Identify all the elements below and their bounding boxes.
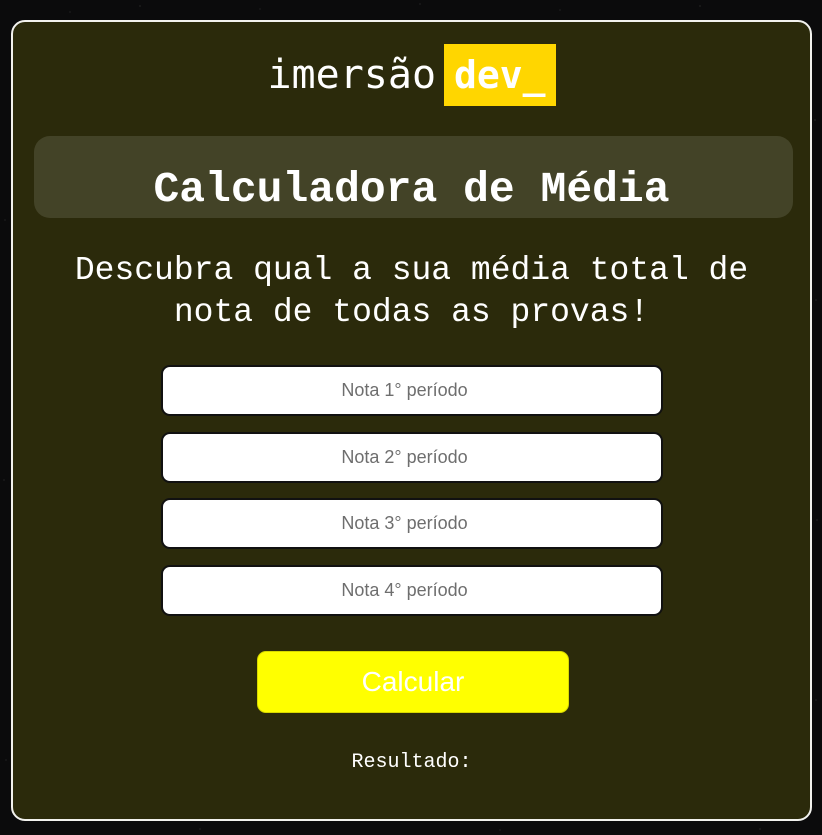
page-background: { "logo": { "text": "imersão", "badge": …	[0, 0, 822, 835]
calculate-button[interactable]: Calcular	[257, 651, 569, 713]
grade-input-period-4[interactable]	[161, 565, 663, 616]
calculator-card: imersão dev_ Calculadora de Média Descub…	[11, 20, 812, 821]
page-subtitle: Descubra qual a sua média total de nota …	[74, 252, 749, 331]
imersao-dev-logo: imersão dev_	[13, 44, 810, 106]
logo-badge: dev_	[444, 44, 556, 106]
logo-text: imersão	[267, 52, 437, 98]
grade-input-period-1[interactable]	[161, 365, 663, 416]
grade-input-period-2[interactable]	[161, 432, 663, 483]
result-label: Resultado:	[351, 751, 472, 774]
grade-input-period-3[interactable]	[161, 498, 663, 549]
page-title: Calculadora de Média	[153, 165, 670, 214]
